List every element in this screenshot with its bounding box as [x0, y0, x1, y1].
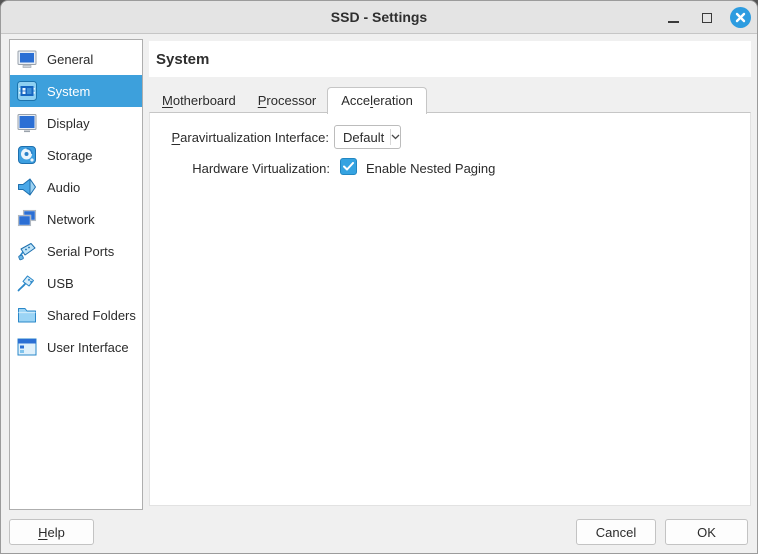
- sidebar-item-label: Storage: [47, 148, 93, 163]
- sidebar-item-label: Display: [47, 116, 90, 131]
- sidebar-item-label: General: [47, 52, 93, 67]
- sidebar-item-label: Audio: [47, 180, 80, 195]
- help-button[interactable]: Help: [9, 519, 94, 545]
- serial-ports-icon: [16, 240, 38, 262]
- page-header: System: [149, 41, 751, 77]
- sidebar-item-label: USB: [47, 276, 74, 291]
- system-icon: [16, 80, 38, 102]
- window-title: SSD - Settings: [1, 1, 757, 33]
- tab-processor[interactable]: Processor: [247, 90, 328, 113]
- system-tabs: Motherboard Processor Acceleration: [149, 87, 427, 113]
- chevron-down-icon: [390, 129, 400, 145]
- shared-folders-icon: [16, 304, 38, 326]
- titlebar[interactable]: SSD - Settings: [1, 1, 757, 34]
- sidebar-item-general[interactable]: General: [10, 43, 142, 75]
- sidebar-item-usb[interactable]: USB: [10, 267, 142, 299]
- network-icon: [16, 208, 38, 230]
- sidebar-item-serial-ports[interactable]: Serial Ports: [10, 235, 142, 267]
- paravirtualization-select-value: Default: [335, 130, 390, 145]
- general-icon: [16, 48, 38, 70]
- storage-icon: [16, 144, 38, 166]
- sidebar-item-label: Serial Ports: [47, 244, 114, 259]
- ok-button[interactable]: OK: [665, 519, 748, 545]
- usb-icon: [16, 272, 38, 294]
- sidebar-item-label: System: [47, 84, 90, 99]
- sidebar-item-storage[interactable]: Storage: [10, 139, 142, 171]
- minimize-icon[interactable]: [662, 7, 684, 29]
- sidebar-item-user-interface[interactable]: User Interface: [10, 331, 142, 363]
- cancel-button[interactable]: Cancel: [576, 519, 656, 545]
- sidebar-item-network[interactable]: Network: [10, 203, 142, 235]
- sidebar-item-label: User Interface: [47, 340, 129, 355]
- close-icon[interactable]: [730, 7, 751, 28]
- acceleration-pane: Paravirtualization Interface: Default Ha…: [149, 112, 751, 506]
- settings-category-list: General System Display: [9, 39, 143, 510]
- sidebar-item-label: Shared Folders: [47, 308, 136, 323]
- nested-paging-checkbox[interactable]: [340, 158, 357, 175]
- hardware-virtualization-label: Hardware Virtualization:: [150, 161, 330, 176]
- maximize-icon[interactable]: [696, 7, 718, 29]
- page-title: System: [156, 51, 209, 68]
- user-interface-icon: [16, 336, 38, 358]
- audio-icon: [16, 176, 38, 198]
- display-icon: [16, 112, 38, 134]
- paravirtualization-interface-label: Paravirtualization Interface:: [150, 130, 329, 145]
- settings-dialog: SSD - Settings General: [0, 0, 758, 554]
- tab-motherboard[interactable]: Motherboard: [151, 90, 247, 113]
- window-controls: [662, 1, 751, 34]
- nested-paging-checkbox-label[interactable]: Enable Nested Paging: [366, 161, 495, 176]
- sidebar-item-label: Network: [47, 212, 95, 227]
- check-icon: [343, 162, 354, 171]
- sidebar-item-audio[interactable]: Audio: [10, 171, 142, 203]
- sidebar-item-display[interactable]: Display: [10, 107, 142, 139]
- paravirtualization-select[interactable]: Default: [334, 125, 401, 149]
- sidebar-item-shared-folders[interactable]: Shared Folders: [10, 299, 142, 331]
- sidebar-item-system[interactable]: System: [10, 75, 142, 107]
- tab-acceleration[interactable]: Acceleration: [327, 87, 427, 114]
